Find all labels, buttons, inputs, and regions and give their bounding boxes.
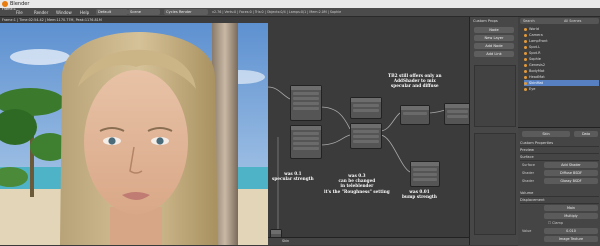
shader-label-2: Shader	[522, 179, 535, 183]
scene-stats: v2.76 | Verts:0 | Faces:0 | Tris:0 | Obj…	[212, 10, 342, 14]
shader2-select[interactable]: Glossy BSDF	[544, 178, 598, 184]
object-icon	[524, 45, 527, 49]
node-material-output[interactable]	[444, 103, 469, 125]
render-stats: Frame:1 | Time:02:54.42 | Mem:1170.77M, …	[2, 17, 102, 22]
material-icon	[524, 69, 527, 73]
annotation-bump: was 0.01 bump strength	[402, 189, 437, 200]
properties-editor: Skin Data Custom Properties Preview Surf…	[518, 127, 600, 246]
object-icon	[524, 63, 527, 67]
material-name-field[interactable]: Skin	[522, 131, 570, 137]
value-field[interactable]: 0.010	[544, 228, 598, 234]
section-surface[interactable]: Surface	[520, 154, 599, 161]
object-icon	[524, 33, 527, 37]
tool-shelf-header: Custom Props	[473, 19, 498, 23]
outliner-filter[interactable]: All Scenes	[564, 19, 581, 23]
shader1-select[interactable]: Diffuse BSDF	[544, 170, 598, 176]
menu-file[interactable]: File	[16, 10, 23, 15]
material-icon	[524, 81, 527, 85]
render-view-header: Frame:1 | Time:02:54.42 | Mem:1170.77M, …	[0, 17, 268, 23]
image-texture-select[interactable]: Image Texture	[544, 236, 598, 242]
material-icon	[524, 75, 527, 79]
outliner: Search All Scenes World Camera LampFront…	[518, 17, 600, 127]
blend-mode-select[interactable]: Multiply	[544, 213, 598, 219]
data-link-select[interactable]: Data	[574, 131, 598, 137]
object-icon	[524, 57, 527, 61]
surface-shader-select[interactable]: Add Shader	[544, 162, 598, 168]
node-bump[interactable]	[410, 161, 440, 187]
object-icon	[524, 39, 527, 43]
node-properties-panel	[474, 133, 516, 235]
new-layer-button[interactable]: New Layer	[474, 35, 514, 41]
clamp-checkbox[interactable]: ☐ Clamp	[548, 220, 563, 226]
tool-shelf: Custom Props Node New Layer Add Node Add…	[470, 17, 519, 245]
window-titlebar: Blender	[0, 0, 600, 8]
screen-layout-select[interactable]: Default	[96, 9, 128, 15]
menu-render[interactable]: Render	[34, 10, 48, 15]
outliner-item-eye[interactable]: Eye	[524, 86, 599, 92]
value-label: Value	[522, 229, 532, 233]
outliner-search-label[interactable]: Search	[523, 19, 535, 23]
section-displacement[interactable]: Displacement	[520, 197, 599, 204]
node-glossy-bsdf[interactable]	[350, 123, 382, 149]
render-engine-select[interactable]: Cycles Render	[164, 9, 208, 15]
shader-label: Shader	[522, 171, 535, 175]
right-panel: Custom Props Node New Layer Add Node Add…	[469, 17, 600, 246]
outliner-header: Search All Scenes	[520, 18, 599, 24]
scene-select[interactable]: Scene	[128, 9, 160, 15]
menu-help[interactable]: Help	[80, 10, 89, 15]
annotation-roughness: was 0.3 can be changed in teleblender it…	[324, 173, 390, 194]
node-image-texture[interactable]	[290, 125, 322, 159]
render-view[interactable]	[0, 17, 268, 245]
surface-label: Surface	[522, 163, 535, 167]
annotation-addshader: TB2 still offers only an AddShader to mi…	[388, 73, 442, 89]
node-add-shader[interactable]	[400, 105, 430, 125]
node-editor-footer: Skin	[268, 237, 469, 245]
tool-shelf-panel	[474, 65, 516, 127]
node-editor[interactable]: TB2 still offers only an AddShader to mi…	[268, 17, 469, 245]
menu-window[interactable]: Window	[56, 10, 72, 15]
object-icon	[524, 27, 527, 31]
node-editor-material-label: Skin	[282, 239, 290, 243]
add-link-button[interactable]: Add Link	[474, 51, 514, 57]
annotation-specular: was 0.1 specular strength	[272, 171, 314, 182]
node-button[interactable]: Node	[474, 27, 514, 33]
menu-bar: File Render Window Help Default Scene Cy…	[0, 8, 600, 17]
displacement-select[interactable]: Main	[544, 205, 598, 211]
node-diffuse-bsdf[interactable]	[350, 97, 382, 119]
node-mapping-a[interactable]	[290, 85, 322, 121]
section-volume[interactable]: Volume	[520, 190, 599, 197]
section-custom-properties[interactable]: Custom Properties	[520, 140, 599, 147]
add-node-button[interactable]: Add Node	[474, 43, 514, 49]
render-image	[0, 17, 268, 245]
section-preview[interactable]: Preview	[520, 147, 599, 154]
frame-label: Frame:1	[2, 7, 16, 11]
object-icon	[524, 51, 527, 55]
material-icon	[524, 87, 527, 91]
